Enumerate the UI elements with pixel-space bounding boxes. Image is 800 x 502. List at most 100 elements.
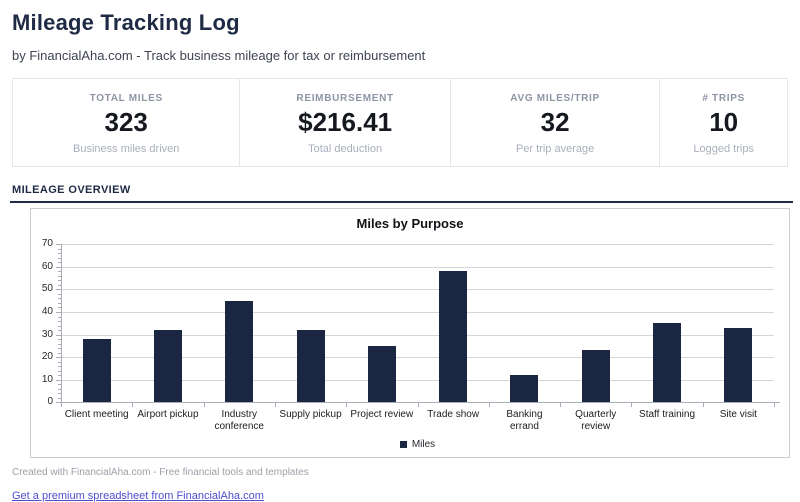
y-axis-tick-label: 60 — [27, 261, 53, 272]
x-axis-tick — [774, 403, 775, 407]
stat-label: REIMBURSEMENT — [246, 93, 443, 104]
x-axis-tick — [631, 403, 632, 407]
x-axis-label: Quarterly review — [560, 409, 631, 433]
y-minor-tick — [58, 344, 61, 345]
y-minor-tick — [58, 371, 61, 372]
legend-label: Miles — [412, 439, 435, 450]
premium-spreadsheet-link[interactable]: Get a premium spreadsheet from Financial… — [12, 490, 264, 502]
y-minor-tick — [58, 294, 61, 295]
y-minor-tick — [58, 285, 61, 286]
y-minor-tick — [58, 339, 61, 340]
x-axis-label: Industry conference — [204, 409, 275, 433]
y-axis — [61, 244, 62, 402]
stat-value: $216.41 — [246, 109, 443, 136]
stat-sublabel: Logged trips — [666, 143, 781, 155]
stat-card-total-miles: TOTAL MILES 323 Business miles driven — [13, 79, 239, 166]
y-minor-tick — [58, 258, 61, 259]
y-minor-tick — [58, 375, 61, 376]
stat-card-reimbursement: REIMBURSEMENT $216.41 Total deduction — [239, 79, 449, 166]
chart-title: Miles by Purpose — [31, 216, 789, 231]
x-axis-tick — [275, 403, 276, 407]
y-axis-tick-label: 0 — [27, 396, 53, 407]
x-axis-label: Trade show — [418, 409, 489, 421]
bar-quarterly-review — [582, 350, 610, 402]
stat-label: AVG MILES/TRIP — [457, 93, 653, 104]
page-footer: Created with FinancialAha.com - Free fin… — [12, 467, 788, 502]
y-minor-tick — [58, 298, 61, 299]
bar-staff-training — [653, 323, 681, 402]
x-axis-tick — [560, 403, 561, 407]
y-minor-tick — [58, 389, 61, 390]
bar-project-review — [368, 346, 396, 402]
x-axis-tick — [418, 403, 419, 407]
y-axis-tick-label: 70 — [27, 238, 53, 249]
bar-site-visit — [724, 328, 752, 402]
bar-trade-show — [439, 271, 467, 402]
y-minor-tick — [58, 253, 61, 254]
y-minor-tick — [58, 280, 61, 281]
x-axis-tick — [204, 403, 205, 407]
mileage-overview-section: Miles by Purpose Miles 010203040506070Cl… — [10, 201, 793, 458]
footer-credit: Created with FinancialAha.com - Free fin… — [12, 467, 788, 478]
bar-airport-pickup — [154, 330, 182, 402]
stat-sublabel: Total deduction — [246, 143, 443, 155]
y-major-tick — [56, 357, 61, 358]
bar-client-meeting — [83, 339, 111, 402]
gridline — [61, 289, 774, 290]
bar-industry-conference — [225, 301, 253, 403]
page-title: Mileage Tracking Log — [12, 10, 788, 36]
y-minor-tick — [58, 398, 61, 399]
y-minor-tick — [58, 276, 61, 277]
y-major-tick — [56, 267, 61, 268]
page-subtitle: by FinancialAha.com - Track business mil… — [12, 48, 788, 63]
y-minor-tick — [58, 362, 61, 363]
x-axis-tick — [703, 403, 704, 407]
bar-banking-errand — [510, 375, 538, 402]
y-minor-tick — [58, 366, 61, 367]
chart-legend: Miles — [61, 439, 774, 450]
y-axis-tick-label: 20 — [27, 351, 53, 362]
x-axis-label: Staff training — [631, 409, 702, 421]
y-major-tick — [56, 380, 61, 381]
x-axis-tick — [346, 403, 347, 407]
y-minor-tick — [58, 271, 61, 272]
x-axis-label: Project review — [346, 409, 417, 421]
stat-value: 323 — [19, 109, 233, 136]
y-major-tick — [56, 335, 61, 336]
y-minor-tick — [58, 384, 61, 385]
x-axis-label: Site visit — [703, 409, 774, 421]
stat-value: 10 — [666, 109, 781, 136]
x-axis-label: Supply pickup — [275, 409, 346, 421]
y-axis-tick-label: 10 — [27, 374, 53, 385]
bar-supply-pickup — [297, 330, 325, 402]
miles-by-purpose-chart: Miles by Purpose Miles 010203040506070Cl… — [30, 208, 790, 458]
stat-value: 32 — [457, 109, 653, 136]
x-axis-label: Client meeting — [61, 409, 132, 421]
x-axis-tick — [132, 403, 133, 407]
stat-card-avg-miles: AVG MILES/TRIP 32 Per trip average — [450, 79, 659, 166]
y-major-tick — [56, 244, 61, 245]
x-axis — [57, 402, 780, 403]
x-axis-label: Banking errand — [489, 409, 560, 433]
y-minor-tick — [58, 249, 61, 250]
section-title-mileage-overview: MILEAGE OVERVIEW — [12, 184, 788, 196]
y-minor-tick — [58, 393, 61, 394]
y-minor-tick — [58, 317, 61, 318]
legend-swatch-icon — [400, 441, 407, 448]
stat-label: # TRIPS — [666, 93, 781, 104]
y-axis-tick-label: 50 — [27, 283, 53, 294]
y-axis-tick-label: 40 — [27, 306, 53, 317]
gridline — [61, 267, 774, 268]
x-axis-tick — [489, 403, 490, 407]
stat-label: TOTAL MILES — [19, 93, 233, 104]
gridline — [61, 312, 774, 313]
y-minor-tick — [58, 307, 61, 308]
y-minor-tick — [58, 353, 61, 354]
y-major-tick — [56, 312, 61, 313]
y-minor-tick — [58, 330, 61, 331]
y-minor-tick — [58, 262, 61, 263]
stat-sublabel: Business miles driven — [19, 143, 233, 155]
x-axis-tick — [61, 403, 62, 407]
x-axis-label: Airport pickup — [132, 409, 203, 421]
y-minor-tick — [58, 303, 61, 304]
